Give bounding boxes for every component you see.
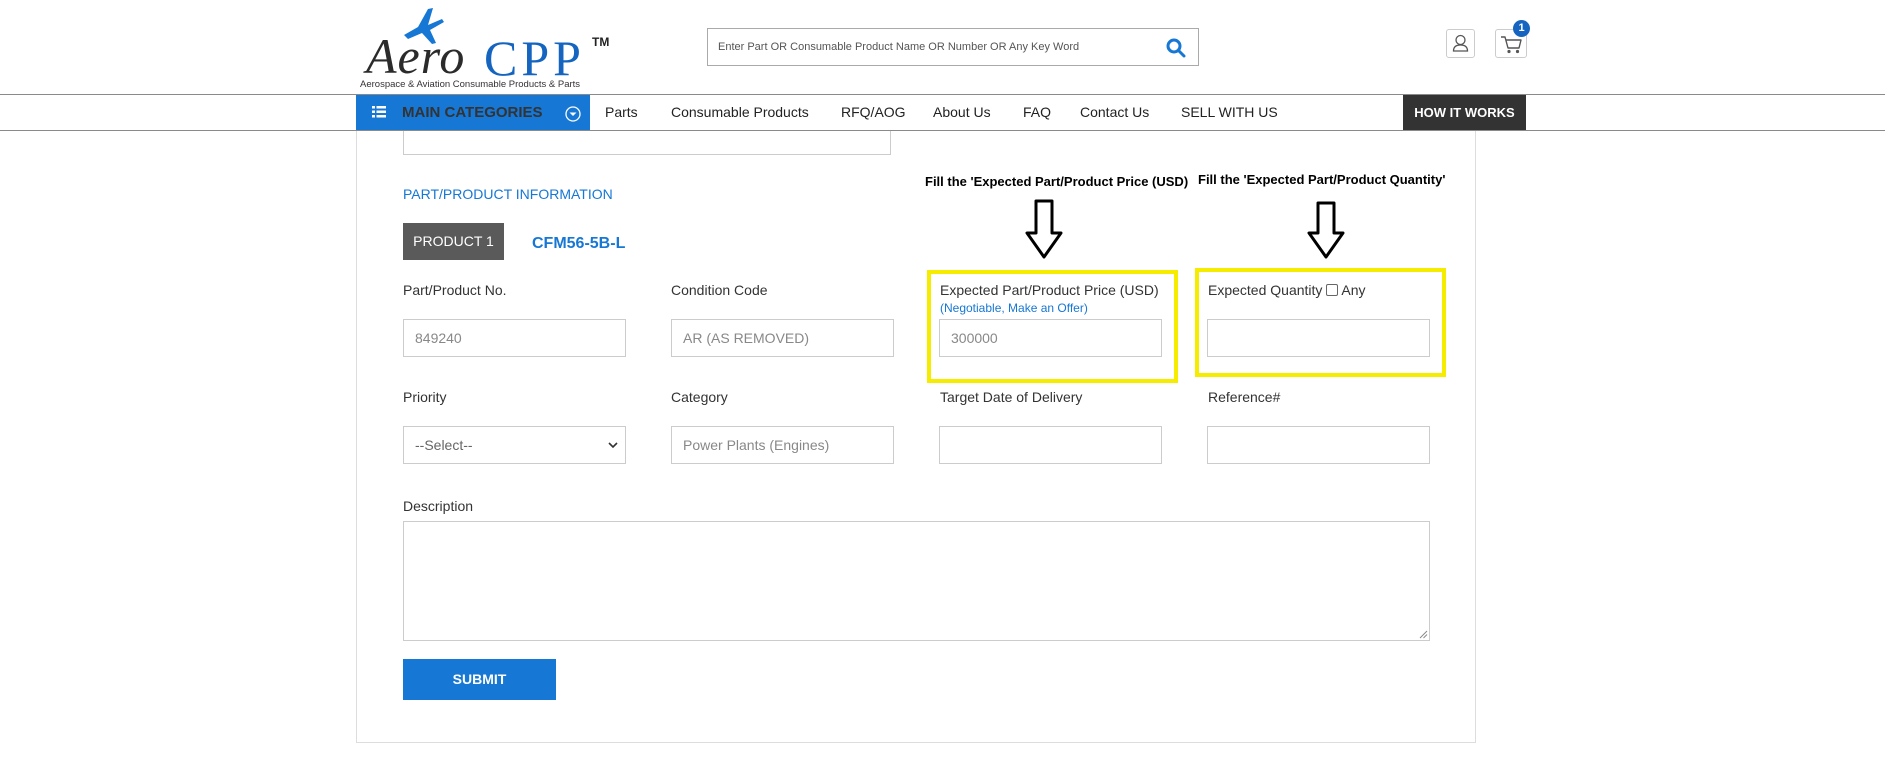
nav-item-contact-us[interactable]: Contact Us [1080,104,1149,120]
search-bar [707,28,1199,66]
priority-select[interactable]: --Select-- [403,426,626,464]
how-it-works-button[interactable]: HOW IT WORKS [1403,95,1526,130]
reference-field[interactable] [1207,426,1430,464]
section-title: PART/PRODUCT INFORMATION [403,186,613,202]
down-arrow-icon [1025,199,1063,259]
nav-item-sell-with-us[interactable]: SELL WITH US [1181,104,1278,120]
logo-word-aero: Aero [366,28,466,84]
nav-item-faq[interactable]: FAQ [1023,104,1051,120]
chevron-down-icon [608,442,618,449]
category-field[interactable]: Power Plants (Engines) [671,426,894,464]
nav-item-rfq-aog[interactable]: RFQ/AOG [841,104,906,120]
user-icon [1452,34,1469,52]
cart-count-badge: 1 [1513,20,1530,37]
header-divider [0,94,1885,95]
submit-button[interactable]: SUBMIT [403,659,556,700]
description-textarea[interactable] [403,521,1430,641]
list-icon [372,106,386,118]
price-hint-annotation: Fill the 'Expected Part/Product Price (U… [925,174,1189,189]
nav-item-consumable-products[interactable]: Consumable Products [671,104,809,120]
previous-field-bottom[interactable] [403,131,891,155]
reference-label: Reference# [1208,389,1281,405]
category-label: Category [671,389,728,405]
search-icon[interactable] [1166,38,1186,58]
down-arrow-icon [1307,201,1345,259]
main-categories-label: MAIN CATEGORIES [402,104,543,121]
nav-item-parts[interactable]: Parts [605,104,638,120]
nav-item-about-us[interactable]: About Us [933,104,991,120]
quantity-hint-annotation: Fill the 'Expected Part/Product Quantity… [1198,172,1446,187]
target-date-field[interactable] [939,426,1162,464]
account-button[interactable] [1446,29,1475,58]
part-no-field[interactable]: 849240 [403,319,626,357]
condition-code-label: Condition Code [671,282,768,298]
priority-selected-value: --Select-- [415,437,473,453]
main-categories-button[interactable]: MAIN CATEGORIES [356,95,590,130]
logo-trademark: TM [592,35,610,49]
priority-label: Priority [403,389,447,405]
part-no-label: Part/Product No. [403,282,507,298]
product-name: CFM56-5B-L [532,235,626,252]
chevron-down-circle-icon [565,106,581,122]
price-highlight-box [927,270,1178,383]
condition-code-field[interactable]: AR (AS REMOVED) [671,319,894,357]
logo-tagline: Aerospace & Aviation Consumable Products… [360,79,581,90]
resize-grip-icon[interactable] [1419,630,1428,639]
description-label: Description [403,498,474,514]
product-tab-1[interactable]: PRODUCT 1 [403,223,504,260]
quantity-highlight-box [1195,268,1446,377]
target-date-label: Target Date of Delivery [940,389,1083,405]
search-input[interactable] [708,29,1148,65]
site-logo[interactable]: Aero CPP TM Aerospace & Aviation Consuma… [360,5,610,93]
